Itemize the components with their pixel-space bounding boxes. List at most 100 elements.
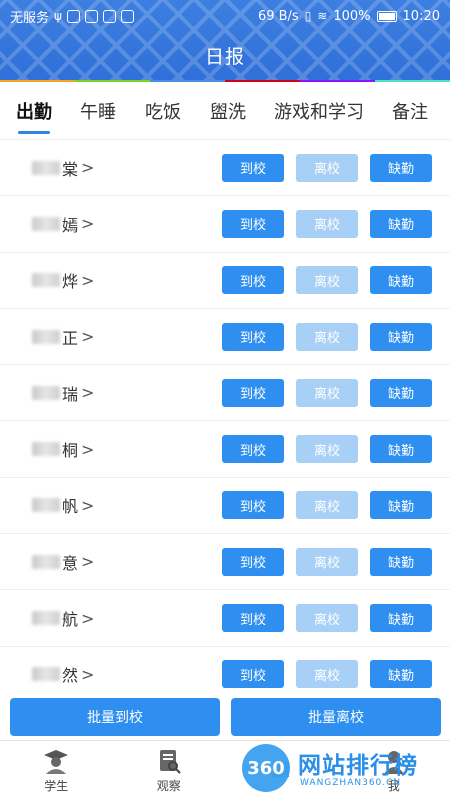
student-row: 意 > 到校 离校 缺勤	[0, 534, 450, 591]
tab-attendance[interactable]: 出勤	[16, 86, 52, 140]
rainbow-segment	[375, 80, 450, 82]
student-name-text: 帆	[62, 497, 79, 517]
nav-students[interactable]: 学生	[0, 741, 113, 800]
absent-button[interactable]: 缺勤	[370, 604, 432, 633]
blurred-name	[32, 216, 60, 231]
arrive-button[interactable]: 到校	[222, 604, 284, 633]
student-row: 正 > 到校 离校 缺勤	[0, 309, 450, 366]
student-row: 棠 > 到校 离校 缺勤	[0, 140, 450, 197]
student-row: 航 > 到校 离校 缺勤	[0, 590, 450, 647]
absent-button[interactable]: 缺勤	[370, 435, 432, 464]
usb-icon: ψ	[54, 9, 62, 23]
absent-button[interactable]: 缺勤	[370, 322, 432, 351]
arrive-button[interactable]: 到校	[222, 435, 284, 464]
student-name-text: 航	[62, 610, 79, 630]
arrive-button[interactable]: 到校	[222, 660, 284, 688]
student-row: 桐 > 到校 离校 缺勤	[0, 421, 450, 478]
leave-button[interactable]: 离校	[296, 378, 358, 407]
absent-button[interactable]: 缺勤	[370, 209, 432, 238]
rainbow-segment	[75, 80, 150, 82]
student-name[interactable]: 航 >	[32, 606, 212, 630]
student-name[interactable]: 帆 >	[32, 493, 212, 517]
rainbow-segment	[0, 80, 75, 82]
tab-play-study[interactable]: 游戏和学习	[274, 86, 364, 140]
absent-button[interactable]: 缺勤	[370, 491, 432, 520]
arrive-button[interactable]: 到校	[222, 378, 284, 407]
blurred-name	[32, 611, 60, 626]
tab-nap[interactable]: 午睡	[80, 86, 116, 140]
leave-button[interactable]: 离校	[296, 547, 358, 576]
student-name-text: 烨	[62, 272, 79, 292]
leave-button[interactable]: 离校	[296, 266, 358, 295]
absent-button[interactable]: 缺勤	[370, 266, 432, 295]
nav-me-label: 我	[387, 778, 400, 793]
tab-notes[interactable]: 备注	[392, 86, 428, 140]
student-name[interactable]: 桐 >	[32, 437, 212, 461]
blurred-name	[32, 554, 60, 569]
absent-button[interactable]: 缺勤	[370, 153, 432, 182]
batch-arrive-button[interactable]: 批量到校	[10, 698, 220, 736]
arrive-button[interactable]: 到校	[222, 266, 284, 295]
clock: 10:20	[402, 8, 440, 24]
graduate-icon	[44, 749, 69, 774]
tab-bar: 出勤 午睡 吃饭 盥洗 游戏和学习 备注	[0, 86, 450, 140]
nav-me[interactable]: 我	[338, 741, 450, 800]
batch-leave-button[interactable]: 批量离校	[231, 698, 441, 736]
arrive-button[interactable]: 到校	[222, 209, 284, 238]
student-name-text: 桐	[62, 441, 79, 461]
tab-meal[interactable]: 吃饭	[145, 86, 181, 140]
rainbow-segment	[300, 80, 375, 82]
student-name[interactable]: 然 >	[32, 662, 212, 686]
student-row: 嫣 > 到校 离校 缺勤	[0, 196, 450, 253]
student-name-text: 意	[62, 553, 79, 573]
blurred-name	[32, 273, 60, 288]
chevron-right-icon: >	[81, 327, 95, 347]
nav-observe-label: 观察	[156, 778, 181, 793]
nav-home[interactable]	[225, 741, 338, 800]
app-notify-icon	[66, 9, 80, 23]
leave-button[interactable]: 离校	[296, 209, 358, 238]
blurred-name	[32, 667, 60, 682]
student-list: 棠 > 到校 离校 缺勤 嫣 > 到校 离校 缺勤 烨 > 到校 离校 缺勤 正…	[0, 140, 450, 688]
leave-button[interactable]: 离校	[296, 153, 358, 182]
tab-washing[interactable]: 盥洗	[210, 86, 246, 140]
arrive-button[interactable]: 到校	[222, 491, 284, 520]
blurred-name	[32, 329, 60, 344]
absent-button[interactable]: 缺勤	[370, 378, 432, 407]
battery-percent: 100%	[333, 8, 371, 24]
chevron-right-icon: >	[81, 552, 95, 572]
blurred-name	[32, 498, 60, 513]
arrive-button[interactable]: 到校	[222, 547, 284, 576]
student-row: 然 > 到校 离校 缺勤	[0, 647, 450, 688]
student-name[interactable]: 烨 >	[32, 268, 212, 292]
leave-button[interactable]: 离校	[296, 660, 358, 688]
leave-button[interactable]: 离校	[296, 435, 358, 464]
profile-icon	[383, 750, 404, 774]
absent-button[interactable]: 缺勤	[370, 547, 432, 576]
chevron-right-icon: >	[81, 158, 95, 178]
student-name[interactable]: 正 >	[32, 325, 212, 349]
student-name[interactable]: 嫣 >	[32, 212, 212, 236]
rainbow-segment	[225, 80, 300, 82]
chevron-right-icon: >	[81, 664, 95, 684]
chevron-right-icon: >	[81, 495, 95, 515]
student-name[interactable]: 瑞 >	[32, 381, 212, 405]
student-name[interactable]: 意 >	[32, 550, 212, 574]
leave-button[interactable]: 离校	[296, 491, 358, 520]
absent-button[interactable]: 缺勤	[370, 660, 432, 688]
page-title: 日报	[204, 46, 245, 68]
leave-button[interactable]: 离校	[296, 604, 358, 633]
app-notify-icon-3	[102, 9, 116, 23]
nav-observe[interactable]: 观察	[113, 741, 226, 800]
arrive-button[interactable]: 到校	[222, 153, 284, 182]
wifi-icon: ≋	[317, 9, 328, 23]
student-name-text: 棠	[62, 159, 79, 179]
nav-students-label: 学生	[44, 778, 69, 793]
blurred-name	[32, 385, 60, 400]
rainbow-segment	[150, 80, 225, 82]
student-name[interactable]: 棠 >	[32, 156, 212, 180]
leave-button[interactable]: 离校	[296, 322, 358, 351]
app-notify-icon-4	[120, 9, 134, 23]
arrive-button[interactable]: 到校	[222, 322, 284, 351]
vibrate-icon: ▯	[304, 9, 312, 23]
